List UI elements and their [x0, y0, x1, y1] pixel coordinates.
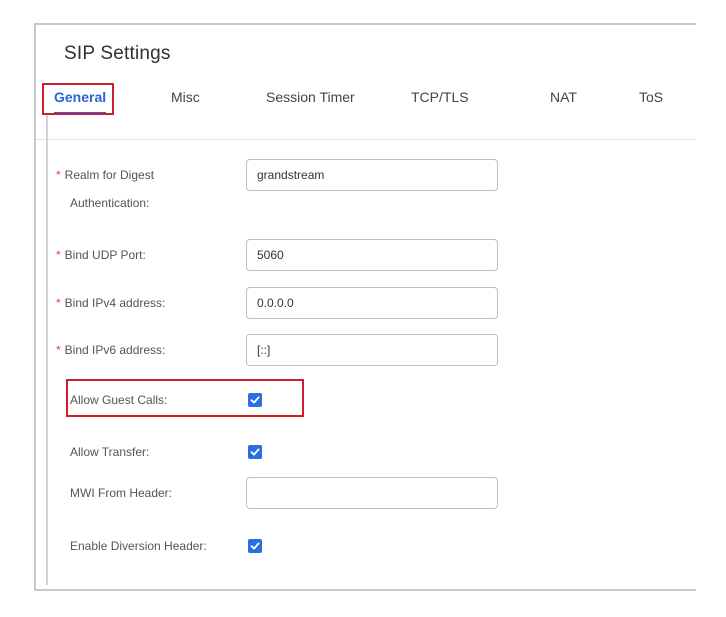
required-marker: * — [56, 168, 61, 182]
bind-ipv6-label: * Bind IPv6 address: — [56, 336, 165, 364]
bind-ipv6-label-text: Bind IPv6 address: — [64, 343, 166, 357]
page-title: SIP Settings — [64, 43, 171, 64]
enable-diversion-header-checkbox[interactable] — [248, 539, 262, 553]
checkmark-icon — [250, 448, 260, 456]
tab-general[interactable]: General — [54, 89, 106, 105]
tab-misc[interactable]: Misc — [171, 89, 200, 105]
bind-ipv4-label-text: Bind IPv4 address: — [64, 296, 166, 310]
sip-settings-panel: SIP Settings General Misc Session Timer … — [34, 23, 696, 591]
tab-tos[interactable]: ToS — [639, 89, 663, 105]
allow-transfer-checkbox[interactable] — [248, 445, 262, 459]
bind-ipv6-input[interactable] — [246, 334, 498, 366]
tab-tcp-tls[interactable]: TCP/TLS — [411, 89, 469, 105]
allow-guest-calls-label: Allow Guest Calls: — [70, 393, 168, 407]
bind-udp-port-input[interactable] — [246, 239, 498, 271]
realm-input[interactable] — [246, 159, 498, 191]
required-marker: * — [56, 248, 61, 262]
realm-label: * Realm for Digest — [56, 161, 154, 189]
realm-label-text: Realm for Digest — [64, 168, 155, 182]
allow-transfer-label: Allow Transfer: — [70, 445, 150, 459]
required-marker: * — [56, 343, 61, 357]
checkmark-icon — [250, 542, 260, 550]
enable-diversion-header-label: Enable Diversion Header: — [70, 539, 207, 553]
mwi-from-header-input[interactable] — [246, 477, 498, 509]
required-marker: * — [56, 296, 61, 310]
active-tab-indicator — [54, 112, 106, 114]
bind-ipv4-label: * Bind IPv4 address: — [56, 289, 165, 317]
mwi-from-header-label: MWI From Header: — [70, 486, 173, 500]
bind-ipv4-input[interactable] — [246, 287, 498, 319]
realm-label-line2: Authentication: — [70, 196, 150, 210]
tab-session-timer[interactable]: Session Timer — [266, 89, 355, 105]
bind-udp-port-label-text: Bind UDP Port: — [64, 248, 146, 262]
general-settings-form: *Realm for Digest Authentication: *Bind … — [46, 115, 696, 585]
allow-guest-calls-checkbox[interactable] — [248, 393, 262, 407]
bind-udp-port-label: * Bind UDP Port: — [56, 241, 146, 269]
tab-nat[interactable]: NAT — [550, 89, 577, 105]
checkmark-icon — [250, 396, 260, 404]
